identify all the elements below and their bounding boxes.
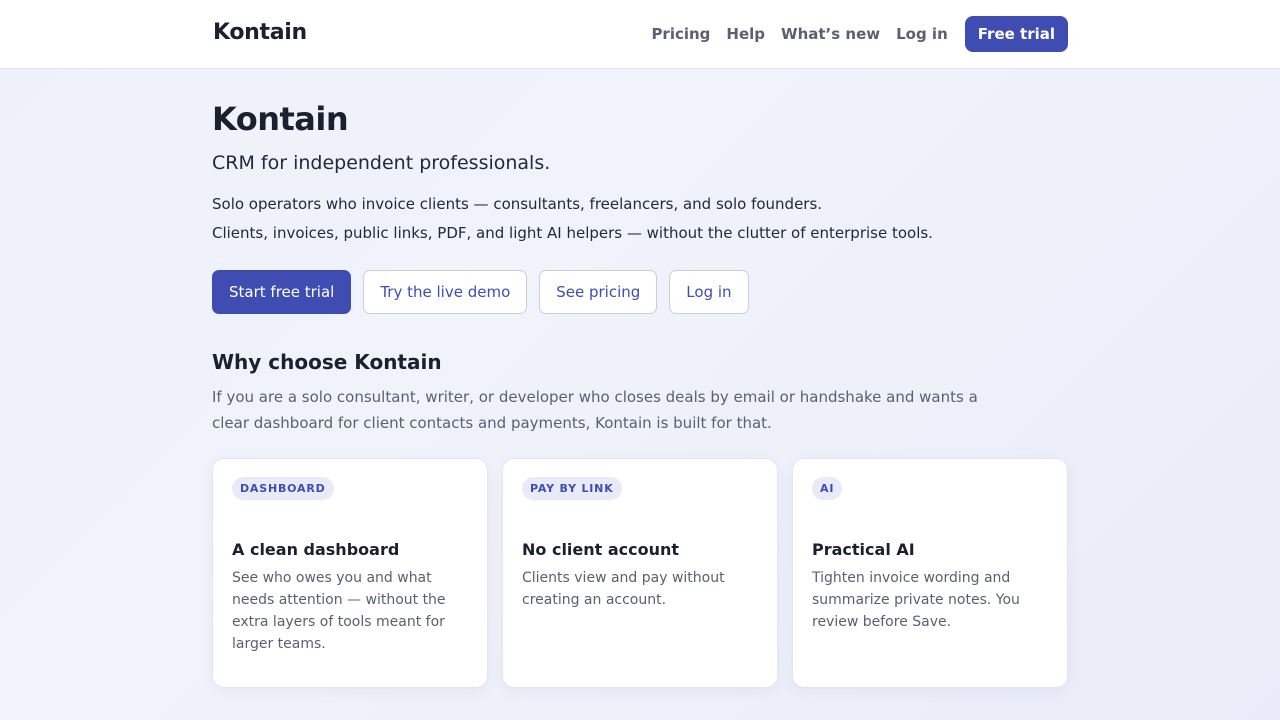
feature-card-dashboard: DASHBOARD A clean dashboard See who owes… [212,458,488,688]
start-free-trial-button[interactable]: Start free trial [212,270,352,314]
feature-title: No client account [522,540,680,559]
log-in-button[interactable]: Log in [669,270,749,314]
why-section-title: Why choose Kontain [212,350,442,374]
feature-badge: DASHBOARD [232,477,334,500]
see-pricing-button[interactable]: See pricing [539,270,658,314]
live-demo-button[interactable]: Try the live demo [363,270,528,314]
hero-description-line-2: Clients, invoices, public links, PDF, an… [212,224,933,242]
main-nav: Pricing Help What’s new Log in Free tria… [635,16,1068,52]
hero-title: Kontain [212,100,349,138]
feature-title: A clean dashboard [232,540,400,559]
brand-logo[interactable]: Kontain [213,20,307,45]
top-navigation-bar: Kontain Pricing Help What’s new Log in F… [0,0,1280,69]
nav-link-pricing[interactable]: Pricing [651,16,710,52]
feature-text: Clients view and pay without creating an… [522,570,725,608]
feature-text: Tighten invoice wording and summarize pr… [812,570,1020,630]
main-content: Kontain CRM for independent professional… [212,100,1068,688]
hero-subtitle: CRM for independent professionals. [212,152,551,174]
feature-card-ai: AI Practical AI Tighten invoice wording … [792,458,1068,688]
feature-card-pay-by-link: PAY BY LINK No client account Clients vi… [502,458,778,688]
hero-actions: Start free trial Try the live demo See p… [212,270,1068,314]
hero-description: Solo operators who invoice clients — con… [212,190,1068,248]
nav-link-help[interactable]: Help [726,16,765,52]
feature-cards: DASHBOARD A clean dashboard See who owes… [212,458,1068,688]
feature-text: See who owes you and what needs attentio… [232,570,446,652]
free-trial-button[interactable]: Free trial [964,16,1068,52]
nav-link-log-in[interactable]: Log in [896,16,948,52]
why-section-text: If you are a solo consultant, writer, or… [212,388,978,432]
feature-badge: PAY BY LINK [522,477,622,500]
feature-badge: AI [812,477,843,500]
feature-title: Practical AI [812,540,915,559]
nav-link-whats-new[interactable]: What’s new [781,16,880,52]
hero-description-line-1: Solo operators who invoice clients — con… [212,195,823,213]
